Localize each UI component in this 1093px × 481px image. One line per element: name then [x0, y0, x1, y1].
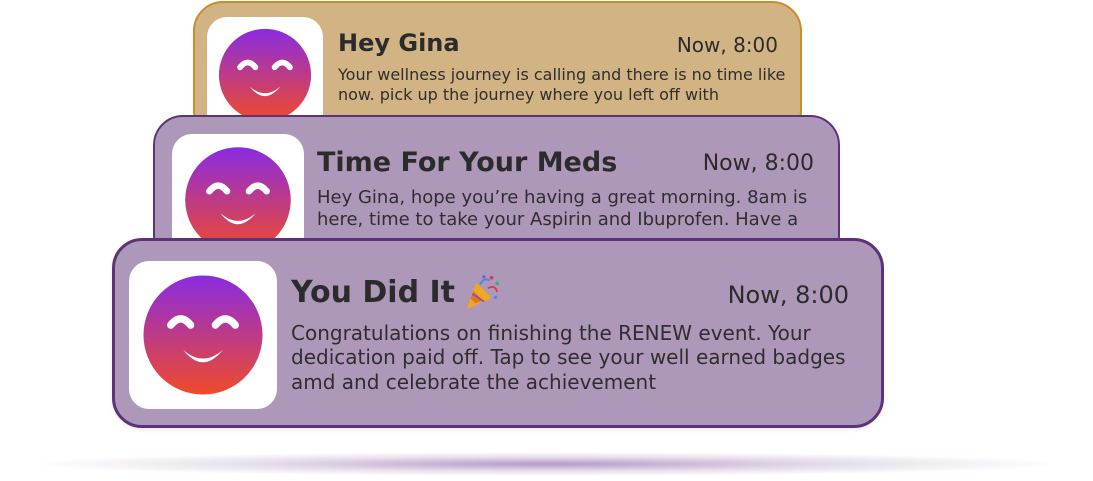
- party-popper-icon: [466, 275, 500, 310]
- notification-title: You Did It: [291, 273, 501, 311]
- app-icon-tile: [129, 261, 277, 409]
- notification-time: Now, 8:00: [676, 33, 778, 57]
- notification-stack: Hey Gina Now, 8:00 Your wellness journey…: [0, 0, 1093, 481]
- notification-title-text: You Did It: [291, 274, 455, 310]
- notification-body: Your wellness journey is calling and the…: [338, 65, 786, 104]
- notification-card-you-did-it[interactable]: You Did It Now, 8:00 Congratulations on …: [112, 238, 884, 428]
- notification-time: Now, 8:00: [702, 151, 814, 176]
- notification-title: Time For Your Meds: [317, 147, 618, 178]
- notification-body: Congratulations on finishing the RENEW e…: [291, 321, 846, 394]
- smiley-app-icon: [143, 275, 263, 395]
- notification-time: Now, 8:00: [727, 281, 849, 309]
- notification-title: Hey Gina: [338, 29, 460, 57]
- floor-shadow: [40, 452, 1053, 476]
- notification-body: Hey Gina, hope you’re having a great mor…: [317, 187, 808, 230]
- smiley-app-icon: [218, 28, 312, 122]
